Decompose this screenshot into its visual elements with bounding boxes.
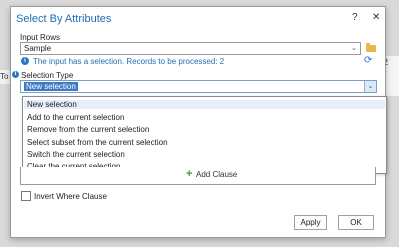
- selection-type-label: Selection Type: [21, 71, 74, 80]
- background-text: To: [0, 72, 9, 81]
- help-button[interactable]: ?: [352, 12, 358, 23]
- input-rows-value: Sample: [24, 44, 52, 53]
- folder-icon[interactable]: [366, 43, 376, 52]
- add-clause-button[interactable]: Add Clause: [196, 170, 237, 179]
- option-remove-from-selection[interactable]: Remove from the current selection: [27, 125, 149, 134]
- apply-button[interactable]: Apply: [294, 215, 327, 230]
- selection-type-options: New selection Add to the current selecti…: [22, 96, 387, 174]
- selection-type-value: New selection: [24, 82, 78, 91]
- invert-where-checkbox[interactable]: [21, 191, 31, 201]
- dialog-title: Select By Attributes: [16, 13, 112, 25]
- input-rows-dropdown[interactable]: Sample ⌄: [20, 42, 361, 55]
- chevron-down-icon[interactable]: ⌄: [351, 43, 357, 54]
- close-button[interactable]: ✕: [372, 12, 380, 23]
- plus-icon[interactable]: +: [186, 168, 192, 180]
- select-by-attributes-dialog: Select By Attributes ? ✕ Input Rows Samp…: [10, 6, 387, 238]
- info-icon: i: [12, 71, 19, 78]
- option-new-selection[interactable]: New selection: [24, 100, 385, 109]
- refresh-icon[interactable]: ⟳: [364, 55, 372, 66]
- option-switch-selection[interactable]: Switch the current selection: [27, 150, 125, 159]
- background-panel-left: To: [0, 70, 10, 84]
- add-clause-area: + Add Clause: [20, 167, 376, 185]
- option-select-subset[interactable]: Select subset from the current selection: [27, 138, 168, 147]
- selection-type-dropdown[interactable]: New selection ⌄: [20, 80, 377, 93]
- info-icon: i: [21, 57, 29, 65]
- invert-where-label: Invert Where Clause: [34, 192, 107, 201]
- input-rows-label: Input Rows: [20, 33, 61, 42]
- selection-info-message: The input has a selection. Records to be…: [33, 57, 225, 66]
- chevron-down-icon[interactable]: ⌄: [364, 81, 376, 92]
- ok-button[interactable]: OK: [338, 215, 374, 230]
- option-add-to-selection[interactable]: Add to the current selection: [27, 113, 124, 122]
